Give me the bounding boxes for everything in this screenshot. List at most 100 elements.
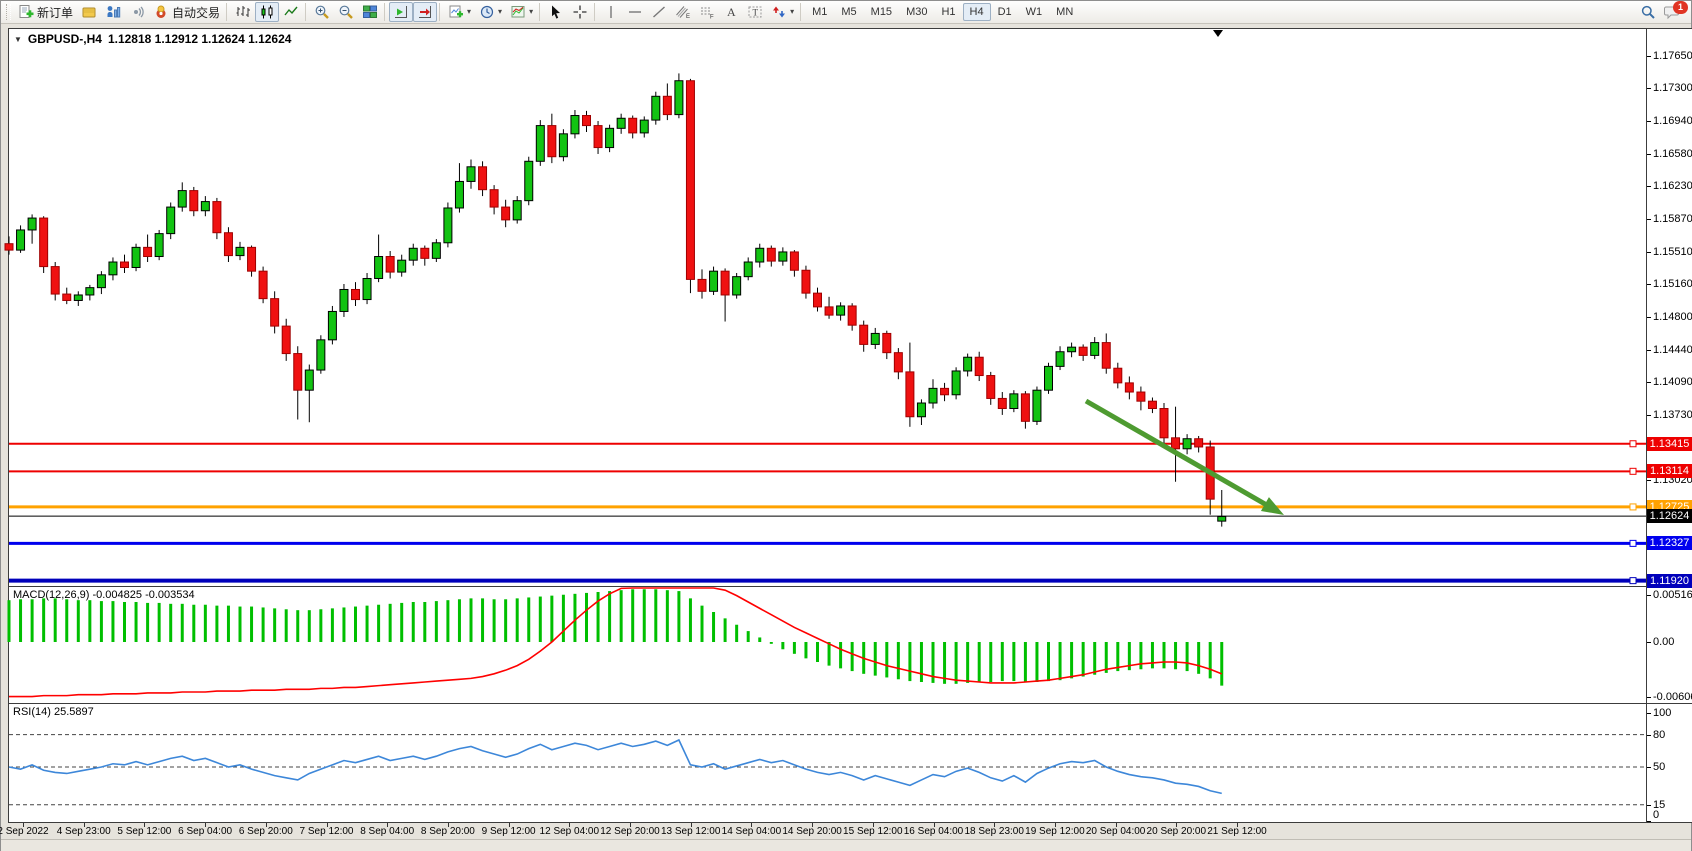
price-tick-mark xyxy=(1647,88,1651,89)
toolbar-right: 1 xyxy=(1636,2,1685,22)
signals-button[interactable] xyxy=(125,2,149,22)
templates-button[interactable]: ▾ xyxy=(506,2,537,22)
zoom-in-button[interactable] xyxy=(310,2,334,22)
candlestick-chart-button[interactable] xyxy=(255,2,279,22)
toolbar-grip[interactable] xyxy=(6,4,11,20)
price-tick-label: 1.16940 xyxy=(1653,116,1692,127)
crosshair-button[interactable] xyxy=(568,2,592,22)
status-bar xyxy=(1,839,1691,851)
price-badge-1.12327: 1.12327 xyxy=(1647,536,1692,550)
svg-text:A: A xyxy=(727,5,736,19)
date-label: 8 Sep 20:00 xyxy=(421,826,475,837)
rsi-tick-label: 0 xyxy=(1653,810,1659,821)
signals-icon xyxy=(129,4,145,20)
zoom-out-button[interactable] xyxy=(334,2,358,22)
timeframe-h1[interactable]: H1 xyxy=(934,3,962,21)
price-tick-mark xyxy=(1647,154,1651,155)
price-tick-mark xyxy=(1647,56,1651,57)
date-label: 20 Sep 04:00 xyxy=(1086,826,1146,837)
timeframe-group: M1M5M15M30H1H4D1W1MN xyxy=(805,3,1080,21)
timeframe-d1[interactable]: D1 xyxy=(991,3,1019,21)
cursor-icon xyxy=(548,4,564,20)
equidistant-channel-icon: E xyxy=(675,4,691,20)
price-tick-mark xyxy=(1647,480,1651,481)
price-tick-mark xyxy=(1647,415,1651,416)
macd-tick-label: 0.005166 xyxy=(1653,590,1692,601)
equidistant-channel-button[interactable]: E xyxy=(671,2,695,22)
text-label-button[interactable]: T xyxy=(743,2,767,22)
price-badge-1.11920: 1.11920 xyxy=(1647,574,1692,588)
date-label: 12 Sep 20:00 xyxy=(600,826,660,837)
indicators-button[interactable]: ▾ xyxy=(444,2,475,22)
chevron-down-icon: ▾ xyxy=(467,8,471,16)
price-tick-label: 1.14090 xyxy=(1653,377,1692,388)
price-tick-mark xyxy=(1647,252,1651,253)
auto-scroll-button[interactable] xyxy=(413,2,437,22)
separator xyxy=(800,3,801,21)
cursor-button[interactable] xyxy=(544,2,568,22)
price-tick-mark xyxy=(1647,382,1651,383)
timeframe-w1[interactable]: W1 xyxy=(1019,3,1050,21)
notifications-button[interactable]: 1 xyxy=(1660,2,1685,22)
text-button[interactable]: A xyxy=(719,2,743,22)
line-chart-button[interactable] xyxy=(279,2,303,22)
timeframe-h4[interactable]: H4 xyxy=(963,3,991,21)
macd-panel-border[interactable] xyxy=(8,586,1692,587)
fibonacci-button[interactable]: F xyxy=(695,2,719,22)
crosshair-icon xyxy=(572,4,588,20)
rsi-tick-label: 100 xyxy=(1653,708,1671,719)
date-label: 7 Sep 12:00 xyxy=(300,826,354,837)
date-label: 2 Sep 2022 xyxy=(0,826,49,837)
price-tick-label: 1.15870 xyxy=(1653,214,1692,225)
separator xyxy=(594,3,595,21)
svg-text:T: T xyxy=(753,8,759,18)
timeframe-m30[interactable]: M30 xyxy=(899,3,934,21)
auto-trading-button[interactable]: 自动交易 xyxy=(149,2,224,22)
timeframe-mn[interactable]: MN xyxy=(1049,3,1080,21)
price-badge-1.12624: 1.12624 xyxy=(1647,509,1692,523)
profiles-button[interactable] xyxy=(77,2,101,22)
date-label: 14 Sep 20:00 xyxy=(782,826,842,837)
price-badge-1.13415: 1.13415 xyxy=(1647,437,1692,451)
date-label: 14 Sep 04:00 xyxy=(722,826,782,837)
tile-windows-button[interactable] xyxy=(358,2,382,22)
rsi-tick-mark xyxy=(1647,805,1651,806)
chart-shift-button[interactable] xyxy=(389,2,413,22)
market-watch-button[interactable] xyxy=(101,2,125,22)
horizontal-line-button[interactable] xyxy=(623,2,647,22)
vertical-line-button[interactable] xyxy=(599,2,623,22)
fibonacci-icon: F xyxy=(699,4,715,20)
left-border xyxy=(8,28,9,823)
timeframe-m15[interactable]: M15 xyxy=(864,3,899,21)
new-order-icon xyxy=(18,4,34,20)
price-tick-label: 1.16230 xyxy=(1653,181,1692,192)
rsi-panel-border[interactable] xyxy=(8,703,1692,704)
date-label: 9 Sep 12:00 xyxy=(482,826,536,837)
arrows-button[interactable]: ▾ xyxy=(767,2,798,22)
chart-collapse-icon[interactable]: ▼ xyxy=(14,35,22,44)
ohlc-quote-label: 1.12818 1.12912 1.12624 1.12624 xyxy=(108,32,292,46)
new-order-button[interactable]: 新订单 xyxy=(14,2,77,22)
search-button[interactable] xyxy=(1636,2,1660,22)
macd-tick-mark xyxy=(1647,642,1651,643)
trendline-button[interactable] xyxy=(647,2,671,22)
bar-chart-icon xyxy=(235,4,251,20)
bar-chart-button[interactable] xyxy=(231,2,255,22)
date-label: 8 Sep 04:00 xyxy=(360,826,414,837)
timeframe-m5[interactable]: M5 xyxy=(834,3,863,21)
auto-scroll-icon xyxy=(417,4,433,20)
periods-button[interactable]: ▾ xyxy=(475,2,506,22)
macd-indicator-label: MACD(12,26,9) -0.004825 -0.003534 xyxy=(13,589,195,601)
rsi-tick-label: 80 xyxy=(1653,730,1665,741)
rsi-indicator-label: RSI(14) 25.5897 xyxy=(13,706,94,718)
date-label: 15 Sep 12:00 xyxy=(843,826,903,837)
separator xyxy=(539,3,540,21)
date-axis-border xyxy=(8,822,1692,823)
macd-tick-mark xyxy=(1647,697,1651,698)
date-label: 4 Sep 23:00 xyxy=(57,826,111,837)
zoom-out-icon xyxy=(338,4,354,20)
mt4-window: 新订单 自动交易 xyxy=(0,0,1692,851)
auto-trading-icon xyxy=(153,4,169,20)
timeframe-m1[interactable]: M1 xyxy=(805,3,834,21)
chevron-down-icon: ▾ xyxy=(498,8,502,16)
